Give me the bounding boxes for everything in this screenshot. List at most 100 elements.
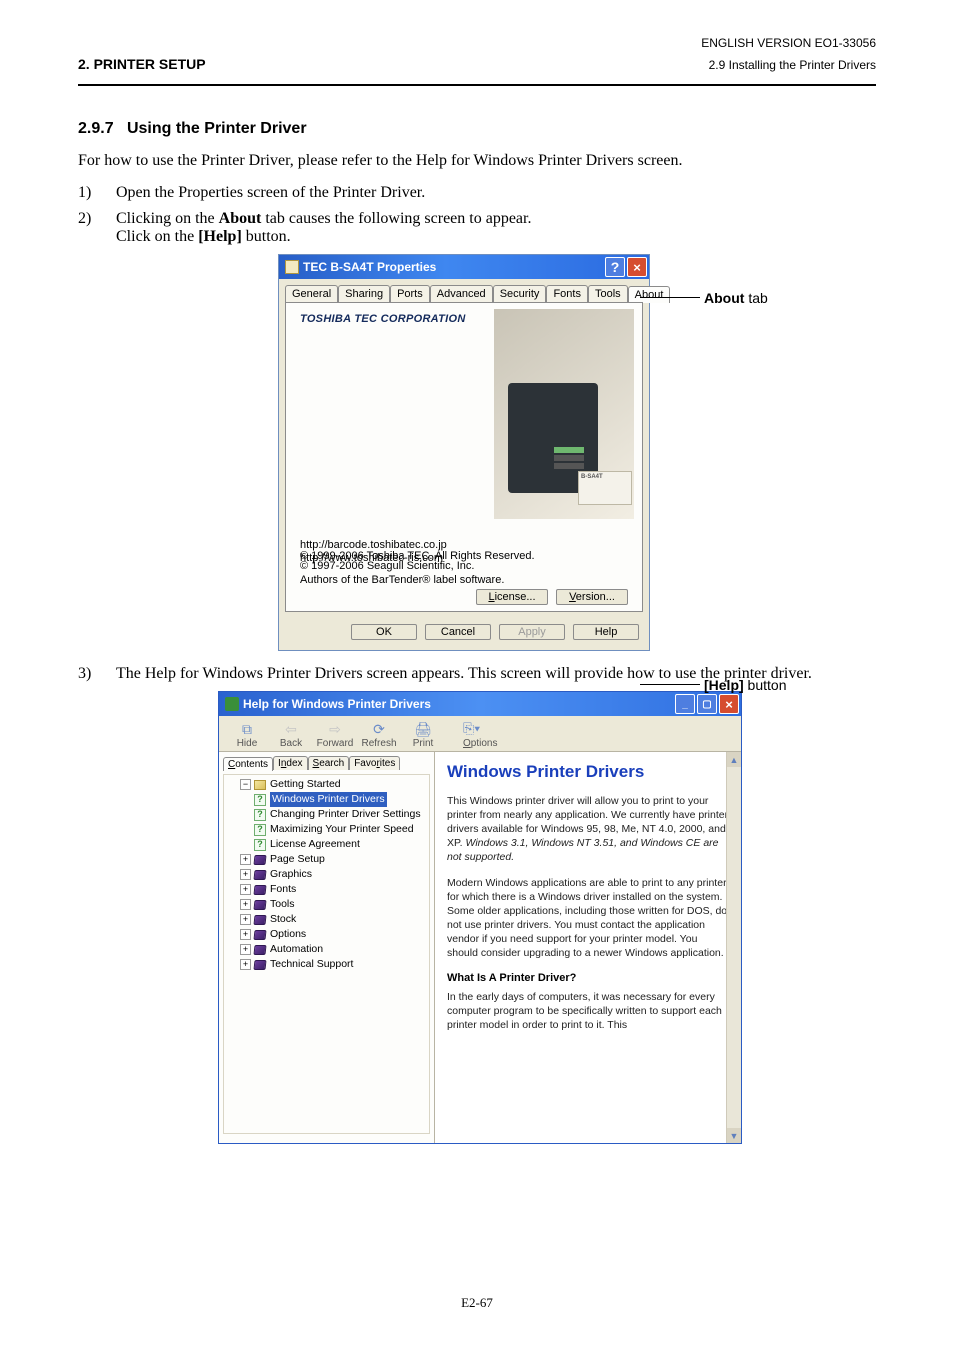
node-graphics[interactable]: +Graphics (226, 867, 427, 882)
toolbar-refresh[interactable]: ⟳Refresh (357, 720, 401, 749)
printer-label: B-SA4T (578, 471, 632, 505)
help-content-pane: Windows Printer Drivers This Windows pri… (435, 752, 741, 1143)
toolbar-forward[interactable]: ⇨Forward (313, 720, 357, 749)
node-page-setup[interactable]: +Page Setup (226, 852, 427, 867)
tree-tab-search[interactable]: Search (308, 756, 350, 770)
apply-button[interactable]: Apply (499, 624, 565, 640)
cancel-button[interactable]: Cancel (425, 624, 491, 640)
collapse-icon[interactable]: − (240, 779, 251, 790)
help-window-wrapper: Help for Windows Printer Drivers _ ▢ × ⧉… (218, 691, 742, 1144)
close-button[interactable]: × (719, 694, 739, 714)
tree-pane: Contents Index Search Favorites −Getting… (219, 752, 435, 1143)
maximize-button[interactable]: ▢ (697, 694, 717, 714)
expand-icon[interactable]: + (240, 914, 251, 925)
step-2: 2) Clicking on the About tab causes the … (78, 210, 876, 246)
properties-dialog-wrapper: TEC B-SA4T Properties ? × General Sharin… (278, 254, 898, 651)
scroll-down-icon[interactable]: ▼ (727, 1128, 741, 1143)
printer-icon (285, 260, 299, 274)
tree-tab-contents[interactable]: Contents (223, 757, 273, 771)
print-icon: 🖨 (401, 720, 445, 738)
license-version-buttons: License... Version... (476, 589, 628, 605)
intro-paragraph: For how to use the Printer Driver, pleas… (78, 152, 876, 170)
tab-general[interactable]: General (285, 285, 338, 302)
dialog-titlebar[interactable]: TEC B-SA4T Properties ? × (279, 255, 649, 279)
book-closed-icon (253, 870, 266, 880)
toolbar-back[interactable]: ⇦Back (269, 720, 313, 749)
node-fonts[interactable]: +Fonts (226, 882, 427, 897)
titlebar-close-button[interactable]: × (627, 257, 647, 277)
minimize-button[interactable]: _ (675, 694, 695, 714)
help-window: Help for Windows Printer Drivers _ ▢ × ⧉… (218, 691, 742, 1144)
expand-icon[interactable]: + (240, 929, 251, 940)
book-closed-icon (253, 885, 266, 895)
titlebar-help-button[interactable]: ? (605, 257, 625, 277)
node-wpd[interactable]: ?Windows Printer Drivers (226, 792, 427, 807)
tab-tools[interactable]: Tools (588, 285, 628, 302)
node-tech[interactable]: +Technical Support (226, 957, 427, 972)
copyright-2: © 1997-2006 Seagull Scientific, Inc. (300, 559, 628, 573)
license-button[interactable]: License... (476, 589, 548, 605)
node-myps[interactable]: ?Maximizing Your Printer Speed (226, 822, 427, 837)
content-h2: What Is A Printer Driver? (447, 972, 729, 984)
step-2-text: Clicking on the About tab causes the fol… (116, 210, 876, 246)
copyright-set: © 1997-2006 Seagull Scientific, Inc. Aut… (300, 559, 628, 587)
node-options[interactable]: +Options (226, 927, 427, 942)
about-tab-callout: About tab (704, 290, 768, 306)
section-title: 2.9.7 Using the Printer Driver (78, 120, 876, 138)
page-header: 2. PRINTER SETUP ENGLISH VERSION EO1-330… (78, 36, 876, 72)
expand-icon[interactable]: + (240, 899, 251, 910)
node-stock[interactable]: +Stock (226, 912, 427, 927)
help-body: Contents Index Search Favorites −Getting… (219, 751, 741, 1143)
scroll-up-icon[interactable]: ▲ (727, 752, 741, 767)
topic-icon: ? (254, 839, 266, 851)
back-icon: ⇦ (269, 720, 313, 738)
help-button-leader (640, 684, 700, 685)
book-open-icon (254, 780, 266, 790)
copyright-3: Authors of the BarTender® label software… (300, 573, 628, 587)
tree-tab-favorites[interactable]: Favorites (349, 756, 400, 770)
content-p2: Modern Windows applications are able to … (447, 876, 729, 960)
help-button[interactable]: Help (573, 624, 639, 640)
step-1: 1) Open the Properties screen of the Pri… (78, 184, 876, 202)
toolbar-print[interactable]: 🖨Print (401, 720, 445, 749)
tree-view[interactable]: −Getting Started ?Windows Printer Driver… (223, 774, 430, 1134)
header-left: 2. PRINTER SETUP (78, 56, 206, 72)
toolbar-options[interactable]: ⎘▾Options (463, 720, 519, 749)
expand-icon[interactable]: + (240, 959, 251, 970)
ok-button[interactable]: OK (351, 624, 417, 640)
tab-security[interactable]: Security (493, 285, 547, 302)
node-automation[interactable]: +Automation (226, 942, 427, 957)
tree-tabs: Contents Index Search Favorites (223, 756, 430, 770)
tab-sharing[interactable]: Sharing (338, 285, 390, 302)
tab-about[interactable]: About (628, 286, 671, 303)
version-button[interactable]: Version... (556, 589, 628, 605)
node-la[interactable]: ?License Agreement (226, 837, 427, 852)
help-toolbar: ⧉Hide ⇦Back ⇨Forward ⟳Refresh 🖨Print ⎘▾O… (219, 716, 741, 751)
book-closed-icon (253, 915, 266, 925)
scrollbar[interactable]: ▲ ▼ (726, 752, 741, 1143)
toolbar-hide[interactable]: ⧉Hide (225, 720, 269, 749)
topic-icon: ? (254, 824, 266, 836)
expand-icon[interactable]: + (240, 944, 251, 955)
expand-icon[interactable]: + (240, 884, 251, 895)
page-number: E2-67 (0, 1295, 954, 1311)
help-button-callout: [Help] button (704, 677, 787, 693)
book-closed-icon (253, 960, 266, 970)
tree-tab-index[interactable]: Index (273, 756, 307, 770)
content-p3: In the early days of computers, it was n… (447, 990, 729, 1032)
tab-fonts[interactable]: Fonts (546, 285, 588, 302)
topic-icon: ? (254, 809, 266, 821)
expand-icon[interactable]: + (240, 869, 251, 880)
tab-advanced[interactable]: Advanced (430, 285, 493, 302)
node-tools[interactable]: +Tools (226, 897, 427, 912)
dialog-title: TEC B-SA4T Properties (303, 260, 436, 274)
properties-dialog: TEC B-SA4T Properties ? × General Sharin… (278, 254, 650, 651)
node-getting-started[interactable]: −Getting Started (226, 777, 427, 792)
tab-ports[interactable]: Ports (390, 285, 430, 302)
expand-icon[interactable]: + (240, 854, 251, 865)
content-heading: Windows Printer Drivers (447, 762, 729, 782)
node-cpds[interactable]: ?Changing Printer Driver Settings (226, 807, 427, 822)
section-number: 2.9.7 (78, 120, 114, 137)
help-titlebar[interactable]: Help for Windows Printer Drivers _ ▢ × (219, 692, 741, 716)
dialog-buttons: OK Cancel Apply Help (279, 618, 649, 650)
